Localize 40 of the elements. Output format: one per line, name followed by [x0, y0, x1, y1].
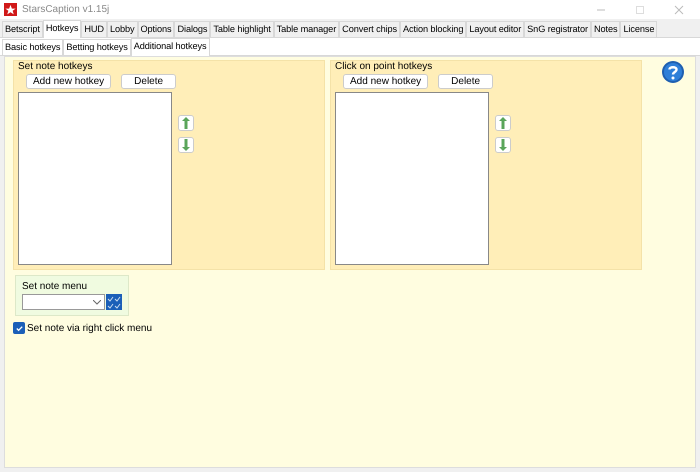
tab[interactable]: Table manager: [274, 21, 340, 37]
group-title: Set note hotkeys: [18, 61, 94, 72]
tab[interactable]: Lobby: [106, 21, 138, 37]
hotkey-list[interactable]: [18, 92, 172, 265]
tab[interactable]: Betscript: [2, 21, 43, 37]
close-icon[interactable]: [674, 4, 684, 14]
edit-menu-icon[interactable]: [106, 294, 122, 310]
tab[interactable]: Additional hotkeys: [130, 38, 210, 56]
group-title: Click on point hotkeys: [335, 61, 434, 72]
tab[interactable]: Layout editor: [466, 21, 524, 37]
add-hotkey-button[interactable]: Add new hotkey: [343, 74, 428, 89]
tab[interactable]: Dialogs: [174, 21, 210, 37]
app-logo-icon: [4, 3, 17, 16]
window-title: StarsCaption v1.15j: [22, 4, 110, 15]
help-icon[interactable]: [661, 60, 685, 84]
delete-button[interactable]: Delete: [121, 74, 176, 89]
checkbox[interactable]: [13, 322, 25, 334]
tab[interactable]: Options: [138, 21, 174, 37]
caret-icon[interactable]: [93, 300, 101, 304]
move-up-button[interactable]: [495, 115, 511, 131]
tab[interactable]: Basic hotkeys: [2, 39, 64, 55]
tab[interactable]: Notes: [590, 21, 620, 37]
delete-button[interactable]: Delete: [438, 74, 494, 89]
move-up-button[interactable]: [178, 115, 194, 131]
move-down-button[interactable]: [178, 137, 194, 153]
hotkey-list[interactable]: [335, 92, 489, 265]
check-icon: [14, 324, 24, 332]
note-menu-dropdown[interactable]: [22, 294, 105, 310]
tab[interactable]: HUD: [81, 21, 107, 37]
move-down-button[interactable]: [495, 137, 511, 153]
group-title: Set note menu: [22, 281, 88, 292]
checkbox-label: Set note via right click menu: [27, 322, 152, 334]
tab[interactable]: Table highlight: [210, 21, 274, 37]
tab[interactable]: Betting hotkeys: [63, 39, 131, 55]
add-hotkey-button[interactable]: Add new hotkey: [26, 74, 112, 89]
tab[interactable]: Hotkeys: [42, 20, 82, 38]
tab[interactable]: SnG registrator: [524, 21, 591, 37]
tab[interactable]: License: [620, 21, 658, 37]
tab[interactable]: Convert chips: [339, 21, 400, 37]
tab[interactable]: Action blocking: [400, 21, 466, 37]
